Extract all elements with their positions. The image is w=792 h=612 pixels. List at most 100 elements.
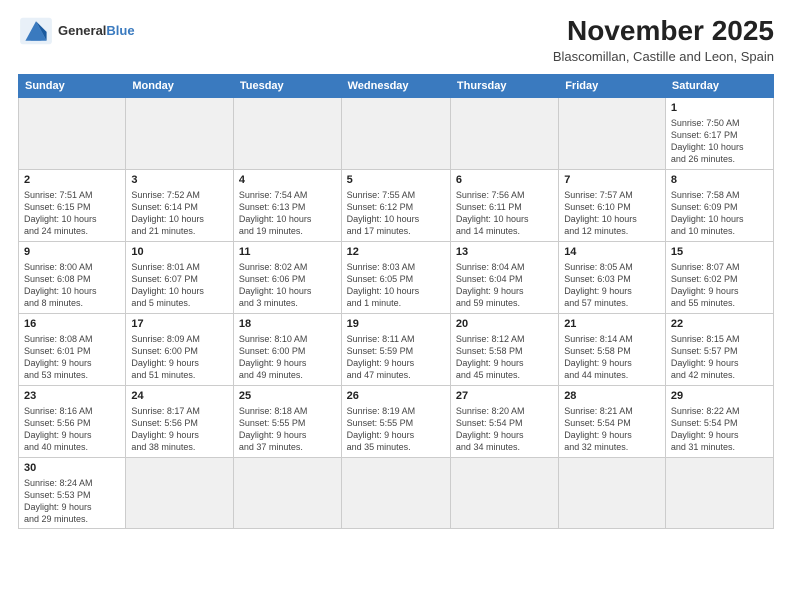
table-row: 18Sunrise: 8:10 AM Sunset: 6:00 PM Dayli… bbox=[233, 313, 341, 385]
day-info: Sunrise: 8:10 AM Sunset: 6:00 PM Dayligh… bbox=[239, 333, 336, 382]
table-row: 11Sunrise: 8:02 AM Sunset: 6:06 PM Dayli… bbox=[233, 241, 341, 313]
day-info: Sunrise: 8:09 AM Sunset: 6:00 PM Dayligh… bbox=[131, 333, 228, 382]
day-info: Sunrise: 7:51 AM Sunset: 6:15 PM Dayligh… bbox=[24, 189, 120, 238]
day-number: 4 bbox=[239, 173, 336, 188]
table-row bbox=[341, 97, 450, 169]
day-number: 18 bbox=[239, 317, 336, 332]
day-number: 1 bbox=[671, 101, 768, 116]
day-info: Sunrise: 8:02 AM Sunset: 6:06 PM Dayligh… bbox=[239, 261, 336, 310]
table-row bbox=[450, 457, 558, 528]
table-row bbox=[450, 97, 558, 169]
day-info: Sunrise: 8:08 AM Sunset: 6:01 PM Dayligh… bbox=[24, 333, 120, 382]
day-info: Sunrise: 8:24 AM Sunset: 5:53 PM Dayligh… bbox=[24, 477, 120, 526]
table-row: 21Sunrise: 8:14 AM Sunset: 5:58 PM Dayli… bbox=[559, 313, 666, 385]
day-info: Sunrise: 8:20 AM Sunset: 5:54 PM Dayligh… bbox=[456, 405, 553, 454]
day-info: Sunrise: 8:19 AM Sunset: 5:55 PM Dayligh… bbox=[347, 405, 445, 454]
day-info: Sunrise: 7:55 AM Sunset: 6:12 PM Dayligh… bbox=[347, 189, 445, 238]
logo-general: General bbox=[58, 23, 106, 38]
table-row bbox=[19, 97, 126, 169]
day-number: 29 bbox=[671, 389, 768, 404]
day-info: Sunrise: 8:11 AM Sunset: 5:59 PM Dayligh… bbox=[347, 333, 445, 382]
day-number: 30 bbox=[24, 461, 120, 476]
day-number: 20 bbox=[456, 317, 553, 332]
table-row: 5Sunrise: 7:55 AM Sunset: 6:12 PM Daylig… bbox=[341, 169, 450, 241]
day-info: Sunrise: 8:00 AM Sunset: 6:08 PM Dayligh… bbox=[24, 261, 120, 310]
table-row: 17Sunrise: 8:09 AM Sunset: 6:00 PM Dayli… bbox=[126, 313, 234, 385]
table-row bbox=[126, 97, 234, 169]
table-row: 8Sunrise: 7:58 AM Sunset: 6:09 PM Daylig… bbox=[665, 169, 773, 241]
day-number: 23 bbox=[24, 389, 120, 404]
day-info: Sunrise: 8:14 AM Sunset: 5:58 PM Dayligh… bbox=[564, 333, 660, 382]
table-row bbox=[233, 97, 341, 169]
table-row: 3Sunrise: 7:52 AM Sunset: 6:14 PM Daylig… bbox=[126, 169, 234, 241]
table-row: 6Sunrise: 7:56 AM Sunset: 6:11 PM Daylig… bbox=[450, 169, 558, 241]
day-number: 3 bbox=[131, 173, 228, 188]
table-row: 7Sunrise: 7:57 AM Sunset: 6:10 PM Daylig… bbox=[559, 169, 666, 241]
table-row: 26Sunrise: 8:19 AM Sunset: 5:55 PM Dayli… bbox=[341, 385, 450, 457]
day-info: Sunrise: 7:50 AM Sunset: 6:17 PM Dayligh… bbox=[671, 117, 768, 166]
day-number: 2 bbox=[24, 173, 120, 188]
day-info: Sunrise: 8:17 AM Sunset: 5:56 PM Dayligh… bbox=[131, 405, 228, 454]
col-sunday: Sunday bbox=[19, 74, 126, 97]
logo: GeneralBlue bbox=[18, 16, 135, 46]
day-number: 21 bbox=[564, 317, 660, 332]
day-info: Sunrise: 8:04 AM Sunset: 6:04 PM Dayligh… bbox=[456, 261, 553, 310]
table-row bbox=[665, 457, 773, 528]
table-row bbox=[126, 457, 234, 528]
day-info: Sunrise: 8:15 AM Sunset: 5:57 PM Dayligh… bbox=[671, 333, 768, 382]
day-info: Sunrise: 8:21 AM Sunset: 5:54 PM Dayligh… bbox=[564, 405, 660, 454]
table-row bbox=[559, 457, 666, 528]
day-number: 5 bbox=[347, 173, 445, 188]
col-thursday: Thursday bbox=[450, 74, 558, 97]
day-number: 22 bbox=[671, 317, 768, 332]
day-number: 25 bbox=[239, 389, 336, 404]
day-info: Sunrise: 8:18 AM Sunset: 5:55 PM Dayligh… bbox=[239, 405, 336, 454]
table-row: 22Sunrise: 8:15 AM Sunset: 5:57 PM Dayli… bbox=[665, 313, 773, 385]
day-number: 17 bbox=[131, 317, 228, 332]
day-info: Sunrise: 8:03 AM Sunset: 6:05 PM Dayligh… bbox=[347, 261, 445, 310]
day-info: Sunrise: 8:01 AM Sunset: 6:07 PM Dayligh… bbox=[131, 261, 228, 310]
day-number: 8 bbox=[671, 173, 768, 188]
day-number: 13 bbox=[456, 245, 553, 260]
table-row bbox=[233, 457, 341, 528]
table-row: 29Sunrise: 8:22 AM Sunset: 5:54 PM Dayli… bbox=[665, 385, 773, 457]
col-friday: Friday bbox=[559, 74, 666, 97]
day-info: Sunrise: 7:54 AM Sunset: 6:13 PM Dayligh… bbox=[239, 189, 336, 238]
table-row: 15Sunrise: 8:07 AM Sunset: 6:02 PM Dayli… bbox=[665, 241, 773, 313]
table-row bbox=[341, 457, 450, 528]
day-number: 16 bbox=[24, 317, 120, 332]
day-info: Sunrise: 8:07 AM Sunset: 6:02 PM Dayligh… bbox=[671, 261, 768, 310]
day-info: Sunrise: 8:05 AM Sunset: 6:03 PM Dayligh… bbox=[564, 261, 660, 310]
table-row bbox=[559, 97, 666, 169]
day-number: 11 bbox=[239, 245, 336, 260]
table-row: 30Sunrise: 8:24 AM Sunset: 5:53 PM Dayli… bbox=[19, 457, 126, 528]
day-number: 28 bbox=[564, 389, 660, 404]
day-number: 24 bbox=[131, 389, 228, 404]
table-row: 24Sunrise: 8:17 AM Sunset: 5:56 PM Dayli… bbox=[126, 385, 234, 457]
table-row: 20Sunrise: 8:12 AM Sunset: 5:58 PM Dayli… bbox=[450, 313, 558, 385]
day-number: 19 bbox=[347, 317, 445, 332]
table-row: 1Sunrise: 7:50 AM Sunset: 6:17 PM Daylig… bbox=[665, 97, 773, 169]
logo-blue: Blue bbox=[106, 23, 134, 38]
col-tuesday: Tuesday bbox=[233, 74, 341, 97]
month-title: November 2025 bbox=[553, 16, 774, 47]
day-number: 6 bbox=[456, 173, 553, 188]
table-row: 12Sunrise: 8:03 AM Sunset: 6:05 PM Dayli… bbox=[341, 241, 450, 313]
day-number: 14 bbox=[564, 245, 660, 260]
day-number: 27 bbox=[456, 389, 553, 404]
table-row: 19Sunrise: 8:11 AM Sunset: 5:59 PM Dayli… bbox=[341, 313, 450, 385]
day-info: Sunrise: 7:52 AM Sunset: 6:14 PM Dayligh… bbox=[131, 189, 228, 238]
day-number: 9 bbox=[24, 245, 120, 260]
day-number: 26 bbox=[347, 389, 445, 404]
calendar-header-row: Sunday Monday Tuesday Wednesday Thursday… bbox=[19, 74, 774, 97]
day-info: Sunrise: 7:57 AM Sunset: 6:10 PM Dayligh… bbox=[564, 189, 660, 238]
day-info: Sunrise: 7:56 AM Sunset: 6:11 PM Dayligh… bbox=[456, 189, 553, 238]
calendar-table: Sunday Monday Tuesday Wednesday Thursday… bbox=[18, 74, 774, 529]
table-row: 27Sunrise: 8:20 AM Sunset: 5:54 PM Dayli… bbox=[450, 385, 558, 457]
day-number: 15 bbox=[671, 245, 768, 260]
col-wednesday: Wednesday bbox=[341, 74, 450, 97]
day-info: Sunrise: 7:58 AM Sunset: 6:09 PM Dayligh… bbox=[671, 189, 768, 238]
table-row: 13Sunrise: 8:04 AM Sunset: 6:04 PM Dayli… bbox=[450, 241, 558, 313]
table-row: 4Sunrise: 7:54 AM Sunset: 6:13 PM Daylig… bbox=[233, 169, 341, 241]
table-row: 14Sunrise: 8:05 AM Sunset: 6:03 PM Dayli… bbox=[559, 241, 666, 313]
